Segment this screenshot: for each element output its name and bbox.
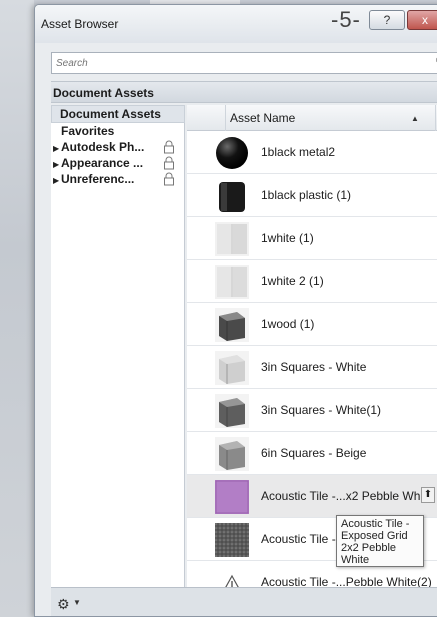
asset-row[interactable]: Acoustic Tile -...x2 Pebble White⬆Ap bbox=[187, 475, 437, 518]
asset-name: 1white 2 (1) bbox=[261, 274, 324, 288]
asset-row[interactable]: 1white (1)Ap bbox=[187, 217, 437, 260]
tree-item[interactable]: ▶ Appearance ... bbox=[51, 155, 185, 171]
asset-thumbnail bbox=[215, 222, 249, 256]
tree-item-label: Autodesk Ph... bbox=[61, 140, 145, 154]
search-input[interactable] bbox=[56, 55, 396, 71]
asset-row[interactable]: 1white 2 (1)Ap bbox=[187, 260, 437, 303]
tree-item[interactable]: ▶ Autodesk Ph... bbox=[51, 139, 185, 155]
asset-row[interactable]: 3in Squares - White(1)Ap bbox=[187, 389, 437, 432]
asset-thumbnail bbox=[215, 136, 249, 170]
asset-thumbnail bbox=[215, 351, 249, 385]
asset-name: Acoustic Tile -...Pebble White(2) bbox=[261, 575, 432, 587]
asset-thumbnail bbox=[215, 437, 249, 471]
title-mark: -5- bbox=[331, 7, 361, 32]
help-button[interactable]: ? bbox=[369, 10, 405, 30]
library-title: Document Assets bbox=[53, 86, 154, 100]
tree-item[interactable]: Favorites bbox=[51, 123, 185, 139]
asset-name: 1white (1) bbox=[261, 231, 314, 245]
expand-arrow-icon[interactable]: ▶ bbox=[53, 173, 61, 189]
asset-thumbnail bbox=[215, 308, 249, 342]
chevron-down-icon[interactable]: ▼ bbox=[73, 598, 81, 607]
search-box[interactable]: 🔍︎ bbox=[51, 52, 437, 74]
asset-thumbnail bbox=[215, 394, 249, 428]
asset-name: 1wood (1) bbox=[261, 317, 315, 331]
sort-ascending-icon[interactable]: ▲ bbox=[411, 114, 419, 123]
asset-row[interactable]: 1wood (1)Ap bbox=[187, 303, 437, 346]
asset-tooltip: Acoustic Tile - Exposed Grid 2x2 Pebble … bbox=[336, 515, 424, 567]
library-tree: Document Assets Favorites ▶ Autodesk Ph...… bbox=[51, 105, 185, 587]
tree-item[interactable]: ▶ Unreferenc... bbox=[51, 171, 185, 187]
window-title: Asset Browser bbox=[41, 17, 119, 31]
lock-icon bbox=[163, 172, 175, 186]
asset-name: 3in Squares - White(1) bbox=[261, 403, 382, 417]
asset-name: 1black metal2 bbox=[261, 145, 336, 159]
warning-icon bbox=[215, 566, 249, 587]
gear-icon[interactable]: ⚙ bbox=[57, 596, 70, 613]
tree-item-label: Favorites bbox=[61, 124, 115, 138]
asset-name: 1black plastic (1) bbox=[261, 188, 352, 202]
asset-thumbnail bbox=[215, 265, 249, 299]
background-strip bbox=[0, 0, 34, 617]
asset-name: 6in Squares - Beige bbox=[261, 446, 367, 460]
asset-thumbnail bbox=[215, 480, 249, 514]
column-header-asset-name-label: Asset Name bbox=[230, 111, 296, 125]
footer-bar: ⚙ ▼ bbox=[51, 587, 437, 616]
drag-handle-icon[interactable]: ⬆ bbox=[421, 487, 435, 503]
tree-item-label: Unreferenc... bbox=[61, 172, 135, 186]
close-button[interactable]: x bbox=[407, 10, 437, 30]
lock-icon bbox=[163, 140, 175, 154]
tree-item-label: Appearance ... bbox=[61, 156, 144, 170]
asset-name: 3in Squares - White bbox=[261, 360, 367, 374]
title-bar[interactable]: Asset Browser -5- ? x bbox=[35, 5, 437, 43]
asset-row[interactable]: 6in Squares - BeigeAp bbox=[187, 432, 437, 475]
asset-row[interactable]: 1black metal2Ap bbox=[187, 131, 437, 174]
asset-name: Acoustic Tile -...x2 Pebble White bbox=[261, 489, 434, 503]
column-header-row: Asset Name ▲ As bbox=[187, 105, 437, 131]
asset-thumbnail bbox=[215, 179, 249, 213]
lock-icon bbox=[163, 156, 175, 170]
asset-thumbnail bbox=[215, 523, 249, 557]
asset-row[interactable]: 3in Squares - WhiteAp bbox=[187, 346, 437, 389]
column-header-asset-name[interactable]: Asset Name bbox=[225, 105, 435, 131]
tree-item-document-assets[interactable]: Document Assets bbox=[51, 105, 185, 123]
asset-row[interactable]: 1black plastic (1)Ap bbox=[187, 174, 437, 217]
library-header: Document Assets ☰ bbox=[51, 81, 437, 103]
